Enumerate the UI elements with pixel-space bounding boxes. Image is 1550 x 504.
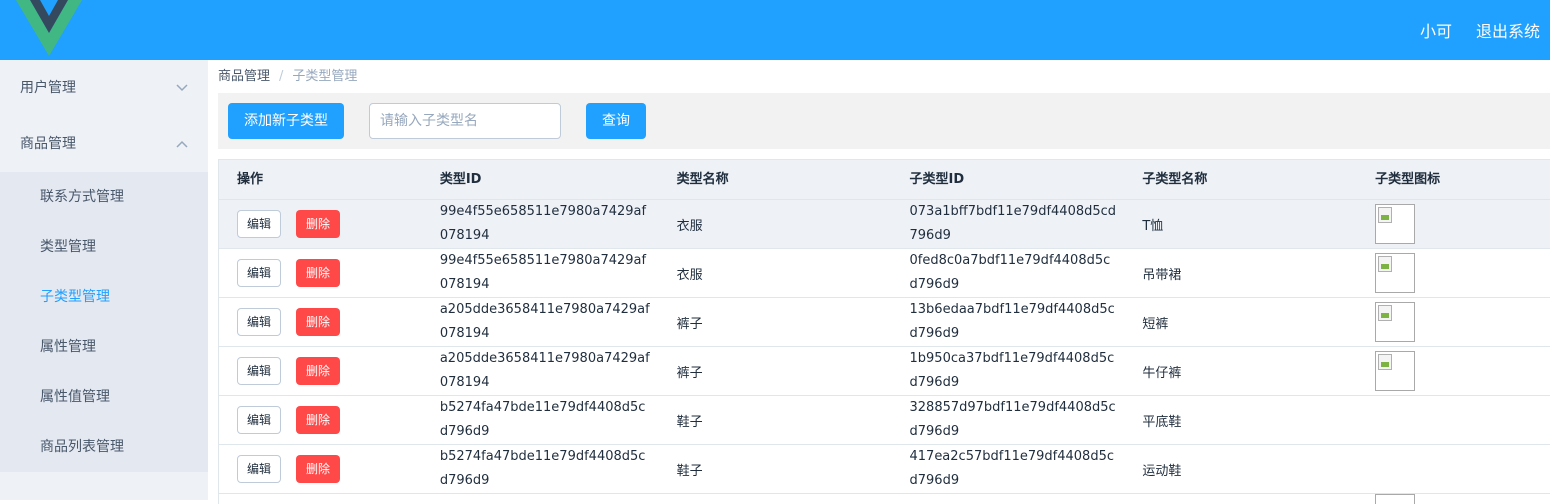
subtype-icon-cell: [1357, 298, 1550, 346]
actions-cell: 编辑 删除: [219, 249, 422, 297]
column-header: 类型名称: [676, 172, 729, 187]
type-name-cell: 衣服: [676, 218, 703, 234]
breadcrumb-separator: /: [279, 69, 284, 84]
vue-logo-icon[interactable]: [16, 0, 82, 56]
breadcrumb: 商品管理 / 子类型管理: [218, 60, 1550, 93]
sidebar-item-subtype[interactable]: 子类型管理: [0, 272, 208, 322]
top-nav: 小可 退出系统: [1396, 0, 1540, 60]
table-row: 编辑 删除 99e4f55e658511e7980a7429af078194 衣…: [219, 200, 1550, 249]
subtype-name-cell: 牛仔裤: [1142, 365, 1182, 381]
search-input[interactable]: [369, 103, 561, 139]
delete-button[interactable]: 删除: [296, 357, 340, 385]
sidebar-item-type[interactable]: 类型管理: [0, 222, 208, 272]
table-row: [219, 494, 1550, 504]
edit-button[interactable]: 编辑: [237, 259, 281, 287]
breadcrumb-level2: 子类型管理: [292, 69, 358, 84]
chevron-up-icon: [176, 116, 188, 196]
subtype-icon-cell: [1357, 200, 1550, 248]
broken-image-icon: [1375, 253, 1416, 293]
broken-image-icon: [1375, 302, 1416, 342]
user-name-link[interactable]: 小可: [1420, 18, 1452, 42]
column-header: 子类型名称: [1142, 172, 1208, 187]
main-content: 商品管理 / 子类型管理 添加新子类型 查询 操作 类型ID 类型名称 子类型ID …: [218, 60, 1550, 504]
table-row: 编辑 删除 99e4f55e658511e7980a7429af078194 衣…: [219, 249, 1550, 298]
broken-image-icon: [1375, 351, 1416, 391]
edit-button[interactable]: 编辑: [237, 406, 281, 434]
broken-image-icon: [1375, 494, 1416, 504]
subtype-id-cell: 073a1bff7bdf11e79df4408d5cd796d9: [909, 204, 1117, 243]
type-name-cell: 衣服: [676, 267, 703, 283]
menu-label: 用户管理: [20, 80, 76, 96]
delete-button[interactable]: 删除: [296, 406, 340, 434]
toolbar: 添加新子类型 查询: [218, 93, 1550, 149]
subtype-icon-cell: [1357, 249, 1550, 297]
subtype-table: 操作 类型ID 类型名称 子类型ID 子类型名称 子类型图标 编辑 删除 99e…: [218, 159, 1550, 504]
edit-button[interactable]: 编辑: [237, 210, 281, 238]
type-name-cell: 裤子: [676, 316, 703, 332]
edit-button[interactable]: 编辑: [237, 357, 281, 385]
subtype-name-cell: 平底鞋: [1142, 414, 1182, 430]
subtype-id-cell: 0fed8c0a7bdf11e79df4408d5cd796d9: [909, 253, 1111, 292]
type-id-cell: b5274fa47bde11e79df4408d5cd796d9: [439, 400, 646, 439]
table-row: 编辑 删除 b5274fa47bde11e79df4408d5cd796d9 鞋…: [219, 396, 1550, 445]
column-header: 类型ID: [439, 172, 482, 187]
column-header: 子类型图标: [1375, 172, 1441, 187]
actions-cell: 编辑 删除: [219, 445, 422, 493]
product-submenu: 联系方式管理 类型管理 子类型管理 属性管理 属性值管理 商品列表管理: [0, 172, 208, 472]
table-row: 编辑 删除 a205dde3658411e7980a7429af078194 裤…: [219, 298, 1550, 347]
top-header: 小可 退出系统: [0, 0, 1550, 60]
breadcrumb-level1[interactable]: 商品管理: [218, 69, 270, 84]
sidebar-item-attribute[interactable]: 属性管理: [0, 322, 208, 372]
type-id-cell: 99e4f55e658511e7980a7429af078194: [439, 204, 647, 243]
edit-button[interactable]: 编辑: [237, 455, 281, 483]
menu-user-management[interactable]: 用户管理: [0, 60, 208, 116]
menu-label: 商品管理: [20, 136, 76, 152]
subtype-name-cell: 吊带裙: [1142, 267, 1182, 283]
column-header: 操作: [237, 172, 264, 187]
table-header: 操作 类型ID 类型名称 子类型ID 子类型名称 子类型图标: [219, 160, 1550, 200]
column-header: 子类型ID: [909, 172, 965, 187]
sidebar-item-product-list[interactable]: 商品列表管理: [0, 422, 208, 472]
actions-cell: 编辑 删除: [219, 347, 422, 395]
menu-product-management[interactable]: 商品管理: [0, 116, 208, 172]
sidebar: 用户管理 商品管理 联系方式管理 类型管理 子类型管理 属性管理 属性值管理 商…: [0, 60, 208, 500]
type-id-cell: 99e4f55e658511e7980a7429af078194: [439, 253, 647, 292]
actions-cell: 编辑 删除: [219, 200, 422, 248]
delete-button[interactable]: 删除: [296, 308, 340, 336]
type-id-cell: b5274fa47bde11e79df4408d5cd796d9: [439, 449, 646, 488]
type-name-cell: 鞋子: [676, 414, 703, 430]
subtype-id-cell: 13b6edaa7bdf11e79df4408d5cd796d9: [909, 302, 1115, 341]
type-name-cell: 裤子: [676, 365, 703, 381]
delete-button[interactable]: 删除: [296, 210, 340, 238]
actions-cell: 编辑 删除: [219, 298, 422, 346]
subtype-id-cell: 328857d97bdf11e79df4408d5cd796d9: [909, 400, 1116, 439]
type-name-cell: 鞋子: [676, 463, 703, 479]
table-row: 编辑 删除 a205dde3658411e7980a7429af078194 裤…: [219, 347, 1550, 396]
actions-cell: 编辑 删除: [219, 396, 422, 444]
delete-button[interactable]: 删除: [296, 455, 340, 483]
subtype-icon-cell: [1357, 445, 1550, 493]
type-id-cell: a205dde3658411e7980a7429af078194: [439, 351, 650, 390]
table-row: 编辑 删除 b5274fa47bde11e79df4408d5cd796d9 鞋…: [219, 445, 1550, 494]
subtype-id-cell: 417ea2c57bdf11e79df4408d5cd796d9: [909, 449, 1114, 488]
broken-image-icon: [1375, 204, 1416, 244]
query-button[interactable]: 查询: [586, 103, 646, 139]
type-id-cell: a205dde3658411e7980a7429af078194: [439, 302, 650, 341]
sidebar-item-attribute-value[interactable]: 属性值管理: [0, 372, 208, 422]
subtype-icon-cell: [1357, 347, 1550, 395]
delete-button[interactable]: 删除: [296, 259, 340, 287]
subtype-name-cell: T恤: [1142, 218, 1164, 234]
subtype-icon-cell: [1357, 396, 1550, 444]
subtype-name-cell: 短裤: [1142, 316, 1169, 332]
logout-link[interactable]: 退出系统: [1476, 18, 1540, 42]
subtype-id-cell: 1b950ca37bdf11e79df4408d5cd796d9: [909, 351, 1115, 390]
add-subtype-button[interactable]: 添加新子类型: [228, 103, 344, 139]
subtype-name-cell: 运动鞋: [1142, 463, 1182, 479]
edit-button[interactable]: 编辑: [237, 308, 281, 336]
